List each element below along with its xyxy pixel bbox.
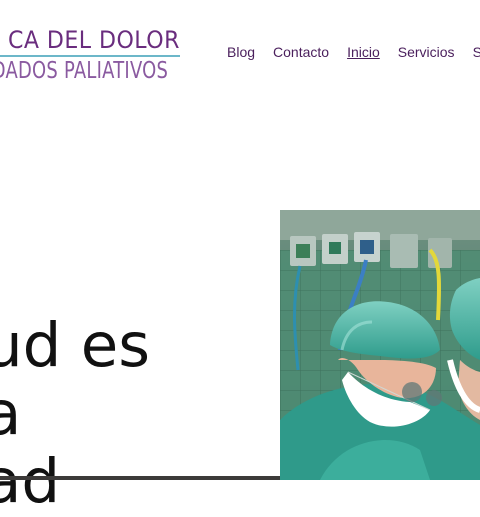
- surgeons-illustration: [280, 210, 480, 480]
- nav-link-contacto[interactable]: Contacto: [273, 44, 329, 60]
- main-nav: Blog Contacto Inicio Servicios S: [227, 44, 480, 60]
- hero-image: [280, 210, 480, 480]
- site-logo[interactable]: CA DEL DOLOR DADOS PALIATIVOS: [0, 22, 200, 92]
- nav-link-blog[interactable]: Blog: [227, 44, 255, 60]
- hero-heading: ud es a ad: [0, 312, 150, 516]
- nav-link-servicios[interactable]: Servicios: [398, 44, 455, 60]
- logo-title: CA DEL DOLOR: [8, 26, 180, 54]
- nav-link-more[interactable]: S: [473, 44, 480, 60]
- logo-subtitle: DADOS PALIATIVOS: [0, 58, 168, 84]
- hero-line-2: a: [0, 378, 22, 449]
- hero-line-1: ud es: [0, 310, 151, 381]
- nav-link-inicio[interactable]: Inicio: [347, 44, 380, 60]
- logo-divider: [0, 55, 180, 57]
- hero-line-3: ad: [0, 446, 61, 517]
